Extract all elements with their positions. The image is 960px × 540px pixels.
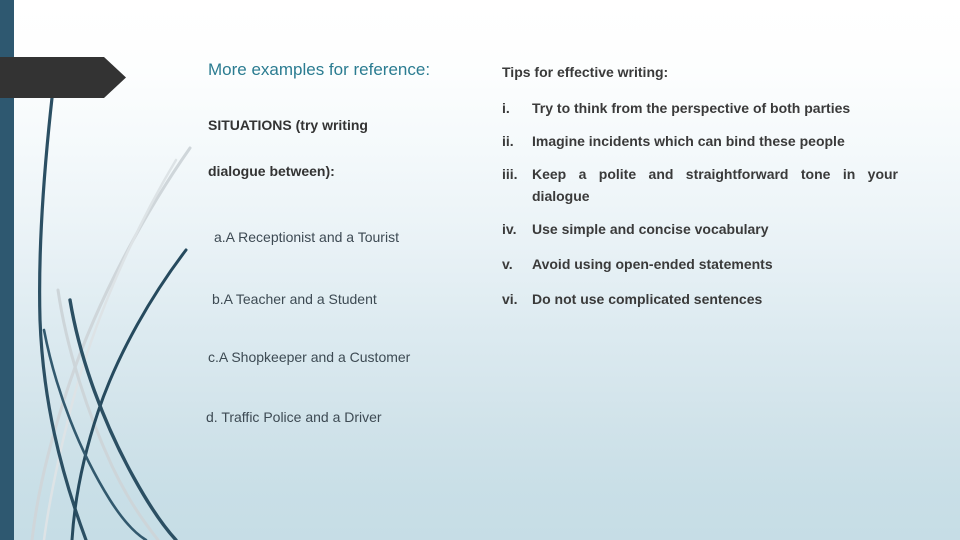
example-item: a.A Receptionist and a Tourist bbox=[214, 229, 399, 245]
left-column: More examples for reference: SITUATIONS … bbox=[206, 60, 476, 426]
tip-text: Avoid using open-ended statements bbox=[532, 256, 773, 272]
tip-marker: iv. bbox=[502, 221, 517, 237]
right-heading: Tips for effective writing: bbox=[502, 64, 669, 80]
tip-marker: iii. bbox=[502, 166, 518, 182]
arrow-banner-shape bbox=[0, 57, 126, 98]
tip-row: v. Avoid using open-ended statements bbox=[502, 253, 898, 275]
tip-row: iii. Keep a polite and straightforward t… bbox=[502, 163, 898, 207]
tip-row: i. Try to think from the perspective of … bbox=[502, 97, 898, 119]
tip-row: ii. Imagine incidents which can bind the… bbox=[502, 130, 898, 152]
example-item: d. Traffic Police and a Driver bbox=[206, 409, 382, 425]
tip-row: vi. Do not use complicated sentences bbox=[502, 288, 898, 310]
tip-text: Imagine incidents which can bind these p… bbox=[532, 133, 845, 149]
example-item: b.A Teacher and a Student bbox=[212, 291, 377, 307]
tip-marker: ii. bbox=[502, 133, 514, 149]
tip-marker: vi. bbox=[502, 291, 518, 307]
tip-text: Do not use complicated sentences bbox=[532, 291, 763, 307]
tip-row: iv. Use simple and concise vocabulary bbox=[502, 218, 898, 240]
left-heading: More examples for reference: bbox=[208, 60, 431, 79]
tip-marker: i. bbox=[502, 100, 510, 116]
situations-line-2: dialogue between): bbox=[208, 163, 335, 179]
tip-text: Use simple and concise vocabulary bbox=[532, 221, 769, 237]
tip-text: Try to think from the perspective of bot… bbox=[532, 100, 851, 116]
slide-canvas: More examples for reference: SITUATIONS … bbox=[0, 0, 960, 540]
right-column: Tips for effective writing: i. Try to th… bbox=[502, 63, 898, 323]
example-item: c.A Shopkeeper and a Customer bbox=[208, 349, 411, 365]
tip-marker: v. bbox=[502, 256, 513, 272]
tip-text: Keep a polite and straightforward tone i… bbox=[532, 166, 898, 204]
situations-line-1: SITUATIONS (try writing bbox=[208, 117, 368, 133]
